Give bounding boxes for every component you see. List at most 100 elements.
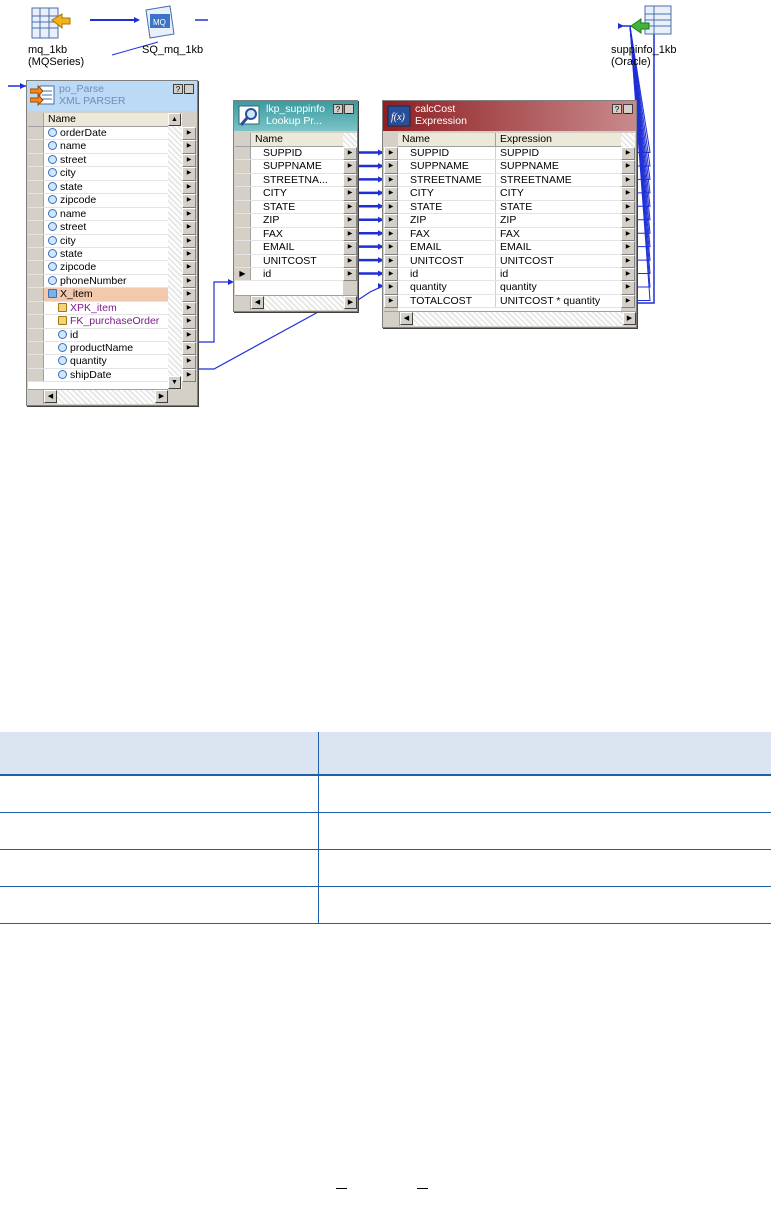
- port-row[interactable]: SUPPID SUPPID: [398, 147, 621, 161]
- input-port-arrow[interactable]: ▶: [384, 147, 398, 161]
- port-row[interactable]: FK_purchaseOrder: [28, 315, 168, 329]
- port-row[interactable]: id: [28, 328, 168, 342]
- output-port-arrow[interactable]: ▶: [182, 261, 196, 275]
- output-port-arrow[interactable]: ▶: [182, 180, 196, 195]
- port-row[interactable]: TOTALCOST UNITCOST * quantity: [398, 294, 621, 309]
- output-port-arrow[interactable]: ▶: [343, 241, 357, 255]
- output-port-arrow[interactable]: ▶: [182, 234, 196, 248]
- output-port-arrow[interactable]: ▶: [621, 281, 635, 295]
- output-port-arrow[interactable]: ▶: [182, 221, 196, 235]
- output-port-arrow[interactable]: ▶: [182, 153, 196, 168]
- port-row[interactable]: street: [28, 153, 168, 168]
- output-port-arrow[interactable]: ▶: [182, 368, 196, 383]
- port-row[interactable]: quantity: [28, 355, 168, 369]
- scroll-left-button[interactable]: ◀: [251, 296, 264, 309]
- port-row[interactable]: city: [28, 167, 168, 181]
- output-port-arrow[interactable]: ▶: [621, 200, 635, 215]
- input-port-arrow[interactable]: ▶: [384, 227, 398, 242]
- output-port-arrow[interactable]: ▶: [343, 147, 357, 161]
- input-port-arrow[interactable]: ▶: [384, 267, 398, 282]
- port-row[interactable]: shipDate: [28, 368, 168, 383]
- port-row[interactable]: ZIP ZIP: [398, 214, 621, 228]
- input-port-arrow[interactable]: ▶: [384, 187, 398, 201]
- port-row[interactable]: FAX FAX: [398, 227, 621, 242]
- port-row[interactable]: phoneNumber: [28, 274, 168, 289]
- minimize-button[interactable]: _: [623, 104, 633, 114]
- xml-parser-transformation[interactable]: po_Parse XML PARSER ? _ Name orderDate na…: [26, 80, 198, 406]
- port-row[interactable]: STREETNAME STREETNAME: [398, 173, 621, 188]
- port-row[interactable]: street: [28, 221, 168, 235]
- help-button[interactable]: ?: [333, 104, 343, 114]
- output-port-arrow[interactable]: ▶: [621, 267, 635, 282]
- output-port-arrow[interactable]: ▶: [621, 227, 635, 242]
- port-row[interactable]: name: [28, 140, 168, 154]
- scroll-right-button[interactable]: ▶: [155, 390, 168, 403]
- port-row[interactable]: state: [28, 247, 168, 262]
- input-port-arrow[interactable]: ▶: [384, 214, 398, 228]
- scroll-up-button[interactable]: ▲: [168, 113, 181, 126]
- input-port-arrow[interactable]: ▶: [384, 281, 398, 295]
- port-row[interactable]: XPK_item: [28, 301, 168, 316]
- output-port-arrow[interactable]: ▶: [343, 160, 357, 174]
- output-port-arrow[interactable]: ▶: [621, 147, 635, 161]
- output-port-arrow[interactable]: ▶: [182, 328, 196, 342]
- output-port-arrow[interactable]: ▶: [621, 294, 635, 309]
- output-port-arrow[interactable]: ▶: [182, 301, 196, 316]
- mq-source-node[interactable]: mq_1kb (MQSeries): [28, 6, 98, 68]
- xml-parser-header[interactable]: po_Parse XML PARSER ? _: [27, 81, 197, 111]
- port-row[interactable]: zipcode: [28, 194, 168, 208]
- port-row[interactable]: ZIP: [235, 214, 343, 228]
- lookup-transformation[interactable]: lkp_suppinfo Lookup Pr... ? _ Name SUPPI…: [233, 100, 358, 312]
- output-port-arrow[interactable]: ▶: [182, 140, 196, 154]
- output-port-arrow[interactable]: ▶: [182, 167, 196, 181]
- input-port-arrow[interactable]: ▶: [384, 200, 398, 215]
- expression-header[interactable]: f(x) calcCost Expression ? _: [383, 101, 636, 131]
- output-port-arrow[interactable]: ▶: [182, 194, 196, 208]
- port-row[interactable]: SUPPNAME SUPPNAME: [398, 160, 621, 174]
- help-button[interactable]: ?: [612, 104, 622, 114]
- horizontal-scrollbar[interactable]: ◀ ▶: [235, 295, 357, 310]
- port-row[interactable]: STREETNA...: [235, 173, 343, 188]
- minimize-button[interactable]: _: [184, 84, 194, 94]
- output-port-arrow[interactable]: ▶: [182, 207, 196, 222]
- output-port-arrow[interactable]: ▶: [343, 267, 357, 282]
- oracle-target-node[interactable]: suppinfo_1kb (Oracle): [611, 4, 691, 68]
- port-row[interactable]: orderDate: [28, 127, 168, 141]
- output-port-arrow[interactable]: ▶: [343, 173, 357, 188]
- output-port-arrow[interactable]: ▶: [621, 187, 635, 201]
- column-header-name[interactable]: Name: [251, 133, 339, 146]
- scroll-left-button[interactable]: ◀: [44, 390, 57, 403]
- scroll-right-button[interactable]: ▶: [623, 312, 636, 325]
- input-port-arrow[interactable]: ▶: [384, 241, 398, 255]
- lookup-header[interactable]: lkp_suppinfo Lookup Pr... ? _: [234, 101, 357, 131]
- output-port-arrow[interactable]: ▶: [343, 214, 357, 228]
- port-row[interactable]: SUPPNAME: [235, 160, 343, 174]
- output-port-arrow[interactable]: ▶: [182, 247, 196, 262]
- port-row[interactable]: name: [28, 207, 168, 222]
- minimize-button[interactable]: _: [344, 104, 354, 114]
- output-port-arrow[interactable]: ▶: [182, 342, 196, 356]
- port-row[interactable]: UNITCOST: [235, 254, 343, 268]
- vertical-scrollbar[interactable]: [621, 133, 635, 147]
- output-port-arrow[interactable]: ▶: [182, 274, 196, 289]
- input-port-arrow[interactable]: ▶: [384, 160, 398, 174]
- output-port-arrow[interactable]: ▶: [343, 187, 357, 201]
- output-port-arrow[interactable]: ▶: [621, 241, 635, 255]
- port-row[interactable]: STATE: [235, 200, 343, 215]
- port-row[interactable]: id id: [398, 267, 621, 282]
- input-port-arrow[interactable]: ▶: [384, 254, 398, 268]
- port-row[interactable]: CITY CITY: [398, 187, 621, 201]
- port-row[interactable]: city: [28, 234, 168, 248]
- port-row[interactable]: SUPPID: [235, 147, 343, 161]
- vertical-scrollbar[interactable]: ▲ ▼: [168, 113, 182, 389]
- output-port-arrow[interactable]: ▶: [343, 227, 357, 242]
- port-row[interactable]: FAX: [235, 227, 343, 242]
- output-port-arrow[interactable]: ▶: [182, 355, 196, 369]
- scroll-right-button[interactable]: ▶: [344, 296, 357, 309]
- port-row[interactable]: productName: [28, 342, 168, 356]
- output-port-arrow[interactable]: ▶: [343, 200, 357, 215]
- output-port-arrow[interactable]: ▶: [621, 173, 635, 188]
- output-port-arrow[interactable]: ▶: [621, 254, 635, 268]
- port-row[interactable]: state: [28, 180, 168, 195]
- output-port-arrow[interactable]: ▶: [621, 160, 635, 174]
